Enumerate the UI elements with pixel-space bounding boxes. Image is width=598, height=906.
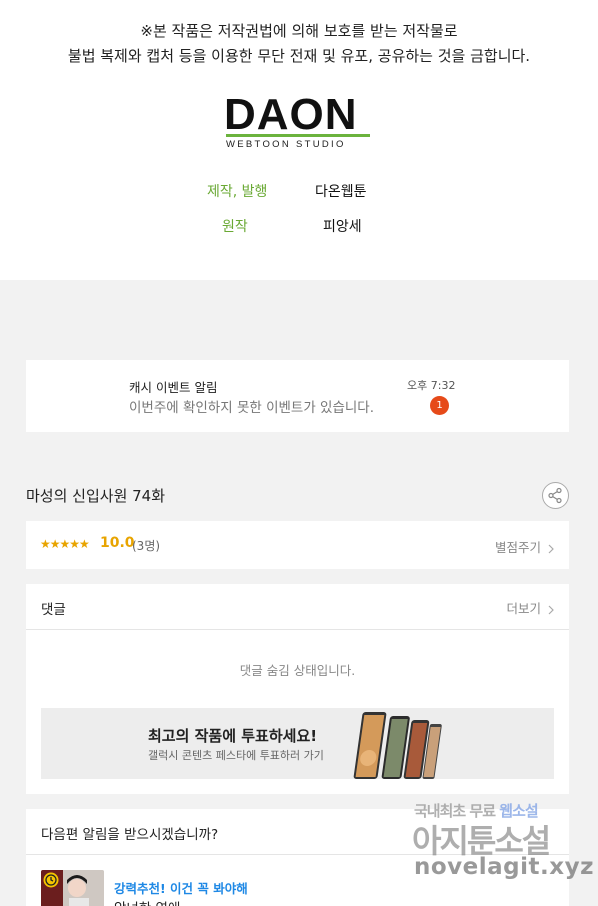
comments-header: 댓글 더보기: [26, 584, 569, 630]
rating-score: 10.0: [100, 535, 135, 551]
chevron-right-icon: [548, 605, 554, 614]
event-description: 이번주에 확인하지 못한 이벤트가 있습니다.: [129, 400, 375, 416]
chevron-right-icon: [548, 544, 554, 553]
clock-icon: [43, 872, 59, 888]
comments-hidden-message: 댓글 숨김 상태입니다.: [239, 663, 356, 678]
more-label: 더보기: [506, 601, 542, 616]
daon-logo: DAON WEBTOON STUDIO: [224, 93, 374, 153]
vote-banner[interactable]: 최고의 작품에 투표하세요! 갤럭시 콘텐츠 페스타에 투표하러 가기: [41, 708, 554, 779]
banner-subtitle: 갤럭시 콘텐츠 페스타에 투표하러 가기: [148, 749, 324, 762]
credit-role-publisher: 제작, 발행: [207, 184, 268, 200]
rating-stars: ★★★★★: [40, 537, 90, 551]
share-icon: [548, 487, 562, 504]
rating-count: (3명): [132, 539, 161, 553]
credit-value-original: 피앙세: [323, 219, 362, 235]
copyright-notice-line2: 불법 복제와 캡처 등을 이용한 무단 전재 및 유포, 공유하는 것을 금합니…: [67, 47, 531, 65]
next-alert-title: 다음편 알림을 받으시겠습니까?: [41, 827, 219, 843]
recommend-tag[interactable]: 강력추천! 이건 꼭 봐야해: [114, 878, 248, 897]
comments-title: 댓글: [41, 602, 66, 618]
logo-underline: [226, 134, 370, 137]
event-time: 오후 7:32: [407, 379, 456, 392]
rate-button[interactable]: 별점주기: [495, 537, 555, 556]
next-episode-alert-card: 다음편 알림을 받으시겠습니까? 강력추천! 이건 꼭 봐야해 악녀한 연애: [26, 809, 569, 906]
share-button[interactable]: [542, 482, 569, 509]
rate-button-label: 별점주기: [495, 540, 542, 555]
credit-value-publisher: 다온웹툰: [315, 184, 367, 200]
comments-more-button[interactable]: 더보기: [507, 598, 556, 617]
banner-title: 최고의 작품에 투표하세요!: [148, 727, 318, 745]
logo-subtitle: WEBTOON STUDIO: [226, 139, 346, 150]
logo-name: DAON: [224, 90, 358, 139]
event-title: 캐시 이벤트 알림: [129, 380, 218, 395]
next-alert-header[interactable]: 다음편 알림을 받으시겠습니까?: [26, 809, 569, 855]
episode-title: 마성의 신입사원 74화: [26, 487, 166, 505]
event-count-badge: 1: [430, 396, 449, 415]
comments-card: 댓글 더보기 댓글 숨김 상태입니다. 최고의 작품에 투표하세요! 갤럭시 콘…: [26, 584, 569, 794]
phones-illustration: [353, 712, 442, 779]
copyright-section: ※본 작품은 저작권법에 의해 보호를 받는 저작물로 불법 복제와 캡처 등을…: [0, 0, 598, 280]
cash-event-notification[interactable]: 캐시 이벤트 알림 이번주에 확인하지 못한 이벤트가 있습니다. 오후 7:3…: [26, 360, 569, 432]
rating-card: ★★★★★ 10.0 (3명) 별점주기: [26, 521, 569, 569]
credit-role-original: 원작: [222, 219, 248, 235]
copyright-notice-line1: ※본 작품은 저작권법에 의해 보호를 받는 저작물로: [140, 22, 458, 40]
recommend-title[interactable]: 악녀한 연애: [114, 897, 180, 906]
recommend-thumbnail[interactable]: [41, 870, 104, 906]
